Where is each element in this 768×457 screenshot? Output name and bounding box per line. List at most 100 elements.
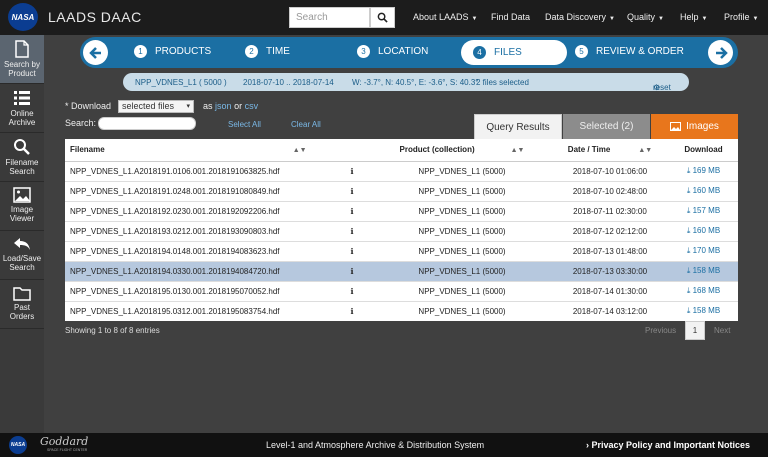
download-link[interactable]: ⤓ 169 MB [669, 160, 738, 181]
table-row[interactable]: NPP_VDNES_L1.A2018195.0130.001.201819507… [65, 280, 738, 301]
column-filename[interactable]: Filename ▲▼ [65, 139, 331, 162]
select-all-link[interactable]: Select All [228, 120, 261, 129]
step-label: FILES [494, 47, 522, 58]
sidebar-item-search-by-product[interactable]: Search by Product [0, 35, 44, 84]
info-icon[interactable]: ℹ [331, 300, 373, 321]
caret-down-icon: ▼ [701, 16, 708, 22]
sidebar-label: Past [13, 303, 30, 312]
privacy-link[interactable]: › Privacy Policy and Important Notices [586, 440, 750, 450]
sidebar-item-past-orders[interactable]: Past Orders [0, 280, 44, 329]
step-location[interactable]: 3 LOCATION [357, 45, 428, 58]
folder-icon [13, 287, 31, 301]
table-row[interactable]: NPP_VDNES_L1.A2018191.0106.001.201819106… [65, 160, 738, 181]
date-cell: 2018-07-10 02:48:00 [551, 180, 669, 201]
table-row[interactable]: NPP_VDNES_L1.A2018195.0312.001.201819508… [65, 300, 738, 321]
table-search-input[interactable] [98, 117, 196, 130]
sidebar-item-filename-search[interactable]: Filename Search [0, 133, 44, 182]
table-row[interactable]: NPP_VDNES_L1.A2018192.0230.001.201819209… [65, 200, 738, 221]
info-icon[interactable]: ℹ [331, 180, 373, 201]
csv-link[interactable]: csv [245, 101, 259, 111]
nav-find-data[interactable]: Find Data [491, 12, 530, 22]
download-link[interactable]: ⤓ 158 MB [669, 260, 738, 281]
nav-profile[interactable]: Profile ▼ [724, 12, 758, 22]
info-icon[interactable]: ℹ [331, 240, 373, 261]
step-time[interactable]: 2 TIME [245, 45, 290, 58]
chevron-down-icon: ▾ [186, 103, 190, 110]
arrow-right-icon [715, 46, 728, 59]
tab-selected[interactable]: Selected (2) [563, 114, 650, 139]
date-cell: 2018-07-11 02:30:00 [551, 200, 669, 221]
download-link[interactable]: ⤓ 157 MB [669, 200, 738, 221]
info-icon[interactable]: ℹ [331, 160, 373, 181]
nav-help[interactable]: Help ▼ [680, 12, 707, 22]
tab-images[interactable]: Images [651, 114, 738, 139]
sidebar-label: Filename [5, 158, 39, 167]
summary-bbox: W: -3.7°, N: 40.5°, E: -3.6°, S: 40.3° [352, 78, 479, 87]
caret-down-icon: ▼ [471, 16, 478, 22]
sidebar-item-image-viewer[interactable]: Image Viewer [0, 182, 44, 231]
date-cell: 2018-07-13 01:48:00 [551, 240, 669, 261]
next-step-button[interactable] [708, 40, 733, 65]
caret-down-icon: ▼ [658, 16, 664, 22]
app-title[interactable]: LAADS DAAC [48, 9, 142, 25]
next-page-button[interactable]: Next [714, 326, 730, 335]
download-link[interactable]: ⤓ 160 MB [669, 220, 738, 241]
nasa-logo[interactable]: NASA [8, 3, 38, 31]
sidebar-label: Image [10, 205, 34, 214]
goddard-logo[interactable]: Goddard [40, 435, 88, 448]
table-row[interactable]: NPP_VDNES_L1.A2018193.0212.001.201819309… [65, 220, 738, 241]
product-cell: NPP_VDNES_L1 (5000) [373, 160, 551, 181]
sort-icon: ▲▼ [292, 147, 307, 155]
column-label: Download [684, 145, 723, 155]
arrow-left-icon [88, 46, 101, 59]
info-icon[interactable]: ℹ [331, 280, 373, 301]
filename-cell: NPP_VDNES_L1.A2018191.0106.001.201819106… [65, 160, 331, 181]
column-date[interactable]: Date / Time ▲▼ [551, 139, 669, 162]
info-icon[interactable]: ℹ [331, 200, 373, 221]
json-link[interactable]: json [215, 101, 232, 111]
sidebar-item-online-archive[interactable]: Online Archive [0, 84, 44, 133]
sidebar-item-load-save-search[interactable]: Load/Save Search [0, 231, 44, 280]
info-icon[interactable]: ℹ [331, 220, 373, 241]
download-link[interactable]: ⤓ 160 MB [669, 180, 738, 201]
nav-label: Profile [724, 12, 750, 22]
tab-query-results[interactable]: Query Results [474, 114, 562, 139]
document-icon [15, 40, 29, 58]
download-link[interactable]: ⤓ 170 MB [669, 240, 738, 261]
step-number: 3 [357, 45, 370, 58]
product-cell: NPP_VDNES_L1 (5000) [373, 240, 551, 261]
nav-data-discovery[interactable]: Data Discovery ▼ [545, 12, 615, 22]
table-row[interactable]: NPP_VDNES_L1.A2018191.0248.001.201819108… [65, 180, 738, 201]
previous-page-button[interactable]: Previous [645, 326, 676, 335]
nav-about-laads[interactable]: About LAADS ▼ [413, 12, 478, 22]
table-row[interactable]: NPP_VDNES_L1.A2018194.0148.001.201819408… [65, 240, 738, 261]
step-products[interactable]: 1 PRODUCTS [134, 45, 211, 58]
file-size: 168 MB [692, 286, 721, 295]
image-icon [670, 122, 682, 131]
download-link[interactable]: ⤓ 168 MB [669, 280, 738, 301]
download-link[interactable]: ⤓ 158 MB [669, 300, 738, 321]
search-input[interactable]: Search [289, 7, 370, 28]
step-number: 1 [134, 45, 147, 58]
page-1-button[interactable]: 1 [685, 321, 705, 340]
clear-all-link[interactable]: Clear All [291, 120, 321, 129]
nav-label: Find Data [491, 12, 531, 22]
step-number: 5 [575, 45, 588, 58]
info-icon[interactable]: ℹ [331, 260, 373, 281]
step-files[interactable]: 4 FILES [461, 40, 567, 65]
date-cell: 2018-07-12 02:12:00 [551, 220, 669, 241]
nasa-footer-logo[interactable]: NASA [9, 436, 27, 454]
product-cell: NPP_VDNES_L1 (5000) [373, 200, 551, 221]
table-row-selected[interactable]: NPP_VDNES_L1.A2018194.0330.001.201819408… [65, 260, 738, 281]
product-cell: NPP_VDNES_L1 (5000) [373, 300, 551, 321]
step-number: 2 [245, 45, 258, 58]
step-review-order[interactable]: 5 REVIEW & ORDER [575, 45, 684, 58]
search-button[interactable] [370, 7, 395, 28]
column-product[interactable]: Product (collection) ▲▼ [373, 139, 551, 162]
download-select[interactable]: selected files ▾ [118, 100, 194, 113]
previous-step-button[interactable] [83, 40, 108, 65]
search-icon [377, 12, 388, 23]
reset-label: reset [653, 83, 671, 92]
list-icon [14, 91, 30, 105]
nav-quality[interactable]: Quality ▼ [627, 12, 664, 22]
